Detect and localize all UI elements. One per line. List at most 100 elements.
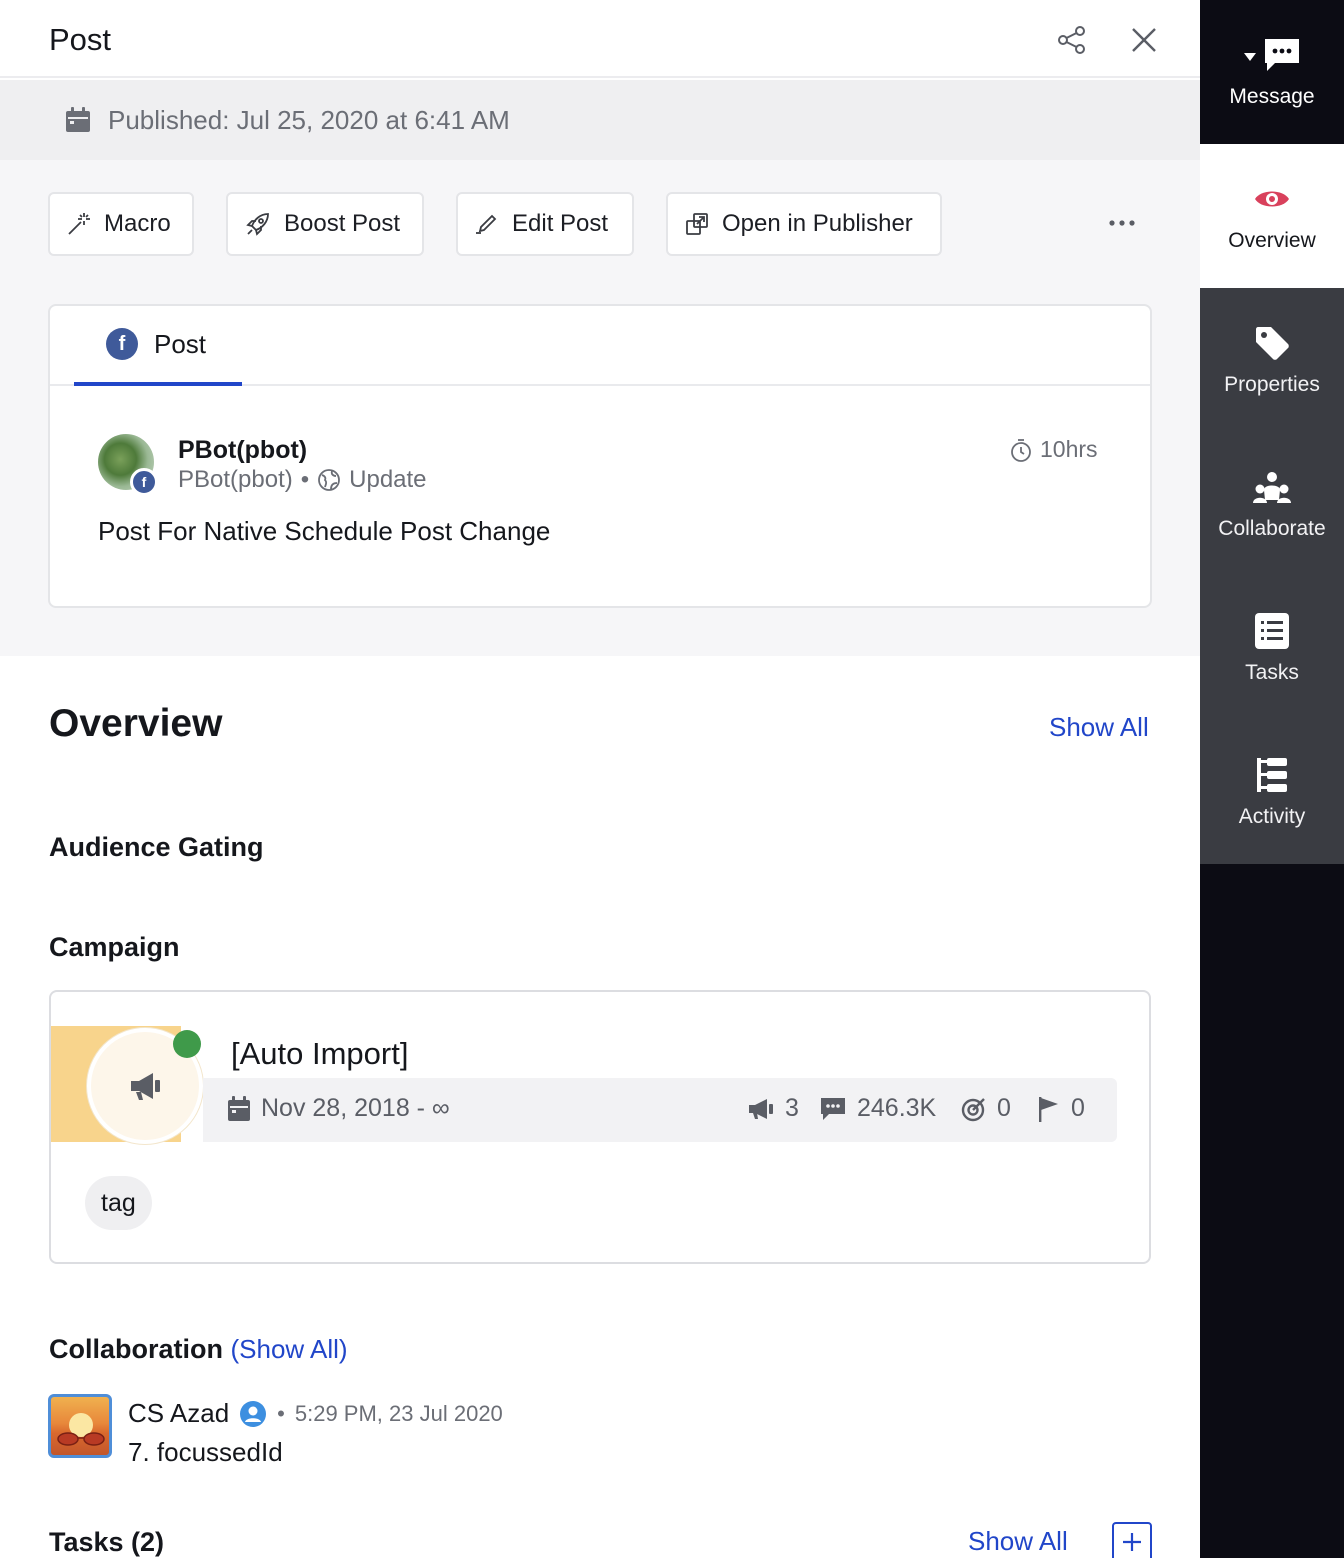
overview-title: Overview xyxy=(49,702,223,745)
tasks-heading: Tasks (2) xyxy=(49,1527,165,1557)
facebook-badge-icon: f xyxy=(130,468,158,496)
boost-post-button[interactable]: Boost Post xyxy=(226,192,424,256)
target-icon xyxy=(961,1097,985,1121)
rail-item-collaborate[interactable]: Collaborate xyxy=(1200,432,1344,576)
campaign-posts-count: 3 xyxy=(747,1094,799,1123)
campaign-tag[interactable]: tag xyxy=(85,1176,152,1230)
separator-dot: • xyxy=(300,466,310,493)
user-profile-icon xyxy=(240,1400,267,1427)
author-meta: PBot(pbot) • Update xyxy=(178,466,427,494)
campaign-meta-bar: Nov 28, 2018 - ∞ 3 246.3K 0 0 xyxy=(203,1078,1117,1142)
share-button[interactable] xyxy=(1054,22,1090,58)
published-bar: Published: Jul 25, 2020 at 6:41 AM xyxy=(0,80,1200,160)
magic-wand-icon xyxy=(68,213,90,235)
separator-dot: • xyxy=(277,1400,285,1426)
tasks-icon-wrap xyxy=(1254,611,1290,651)
tag-icon xyxy=(1256,327,1289,360)
rail-item-collaborate-label: Collaborate xyxy=(1218,517,1326,540)
panel-title: Post xyxy=(49,22,112,57)
chat-bubble-icon xyxy=(821,1097,845,1120)
message-icon-group xyxy=(1243,35,1301,75)
post-body-text: Post For Native Schedule Post Change xyxy=(98,516,551,546)
post-age-text: 10hrs xyxy=(1040,436,1098,462)
edit-post-label: Edit Post xyxy=(512,210,609,237)
collaboration-show-all-link[interactable]: (Show All) xyxy=(231,1334,348,1364)
campaign-card[interactable]: [Auto Import] Nov 28, 2018 - ∞ 3 246.3K … xyxy=(49,990,1151,1264)
collaborator-line: CS Azad • 5:29 PM, 23 Jul 2020 xyxy=(128,1398,503,1429)
megaphone-small-icon xyxy=(749,1098,773,1119)
properties-icon-wrap xyxy=(1253,323,1291,363)
tasks-show-all-link[interactable]: Show All xyxy=(968,1526,1068,1557)
author-handle: PBot(pbot) xyxy=(178,466,293,493)
collaborator-avatar[interactable] xyxy=(48,1394,112,1458)
task-list-icon xyxy=(1255,613,1289,649)
published-date: Published: Jul 25, 2020 at 6:41 AM xyxy=(108,105,510,135)
rocket-icon xyxy=(246,213,269,236)
post-detail-panel: Post Published: Jul 25, 2020 at 6:41 AM xyxy=(0,0,1200,1558)
campaign-flags-value: 0 xyxy=(1071,1094,1085,1122)
post-tabs: f Post xyxy=(50,306,1150,386)
rail-item-properties-label: Properties xyxy=(1224,373,1320,396)
close-icon xyxy=(1132,28,1156,52)
edit-post-button[interactable]: Edit Post xyxy=(456,192,634,256)
boost-post-label: Boost Post xyxy=(284,210,401,237)
caret-down-icon xyxy=(1244,53,1256,61)
globe-icon xyxy=(318,469,341,491)
campaign-date-text: Nov 28, 2018 - ∞ xyxy=(261,1094,450,1122)
campaign-messages-value: 246.3K xyxy=(857,1094,937,1122)
rail-item-activity[interactable]: Activity xyxy=(1200,720,1344,864)
right-rail: Message Overview Properties Collaborate xyxy=(1200,0,1344,1558)
collaboration-message: 7. focussedId xyxy=(128,1437,283,1467)
author-avatar[interactable]: f xyxy=(98,434,158,496)
rail-item-tasks[interactable]: Tasks xyxy=(1200,576,1344,720)
rail-item-activity-label: Activity xyxy=(1238,805,1306,828)
campaign-goals-value: 0 xyxy=(997,1094,1011,1122)
campaign-goals-count: 0 xyxy=(961,1094,1011,1123)
campaign-flags-count: 0 xyxy=(1037,1094,1085,1123)
eye-icon xyxy=(1255,191,1289,207)
rail-item-message[interactable]: Message xyxy=(1200,0,1344,144)
macro-button[interactable]: Macro xyxy=(48,192,194,256)
collaborate-icon-wrap xyxy=(1253,467,1291,507)
post-card: f Post f PBot(pbot) PBot(pbot) • Update xyxy=(48,304,1152,608)
overview-show-all-link[interactable]: Show All xyxy=(1049,712,1149,743)
close-button[interactable] xyxy=(1126,22,1162,58)
collaborator-name[interactable]: CS Azad xyxy=(128,1398,229,1429)
post-age: 10hrs xyxy=(1010,436,1098,463)
rail-item-properties[interactable]: Properties xyxy=(1200,288,1344,432)
activity-icon-wrap xyxy=(1255,755,1289,795)
stopwatch-icon xyxy=(1011,438,1031,462)
flag-icon xyxy=(1039,1096,1058,1122)
message-icon xyxy=(1265,39,1299,71)
campaign-heading: Campaign xyxy=(49,932,180,962)
pencil-icon xyxy=(476,214,497,234)
macro-label: Macro xyxy=(104,210,171,237)
tab-post-label: Post xyxy=(154,328,207,359)
calendar-icon xyxy=(228,1095,250,1121)
open-in-publisher-button[interactable]: Open in Publisher xyxy=(666,192,942,256)
rail-item-tasks-label: Tasks xyxy=(1245,661,1299,684)
people-group-icon xyxy=(1253,472,1291,503)
author-name[interactable]: PBot(pbot) xyxy=(178,436,307,465)
megaphone-icon xyxy=(131,1073,160,1100)
add-task-button[interactable] xyxy=(1112,1522,1152,1558)
post-type: Update xyxy=(349,466,427,493)
audience-gating-heading: Audience Gating xyxy=(49,832,264,862)
open-in-publisher-label: Open in Publisher xyxy=(722,210,913,237)
calendar-icon xyxy=(66,107,90,132)
rail-item-overview[interactable]: Overview xyxy=(1200,144,1344,288)
campaign-name[interactable]: [Auto Import] xyxy=(231,1036,408,1072)
sunglasses-shape xyxy=(57,1432,105,1446)
tab-post[interactable]: f Post xyxy=(74,306,242,386)
post-content-area: Macro Boost Post Edit Post Open in Publi… xyxy=(0,160,1200,656)
plus-icon xyxy=(1123,1533,1141,1551)
campaign-messages-count: 246.3K xyxy=(819,1094,936,1123)
panel-header: Post xyxy=(0,0,1200,78)
rail-item-overview-label: Overview xyxy=(1228,229,1316,252)
campaign-date-range: Nov 28, 2018 - ∞ xyxy=(227,1094,450,1123)
more-options-button[interactable] xyxy=(1102,208,1142,238)
campaign-posts-value: 3 xyxy=(785,1094,799,1122)
overview-icon-wrap xyxy=(1253,179,1291,219)
collaboration-title: Collaboration xyxy=(49,1334,223,1364)
campaign-status-dot xyxy=(173,1030,201,1058)
